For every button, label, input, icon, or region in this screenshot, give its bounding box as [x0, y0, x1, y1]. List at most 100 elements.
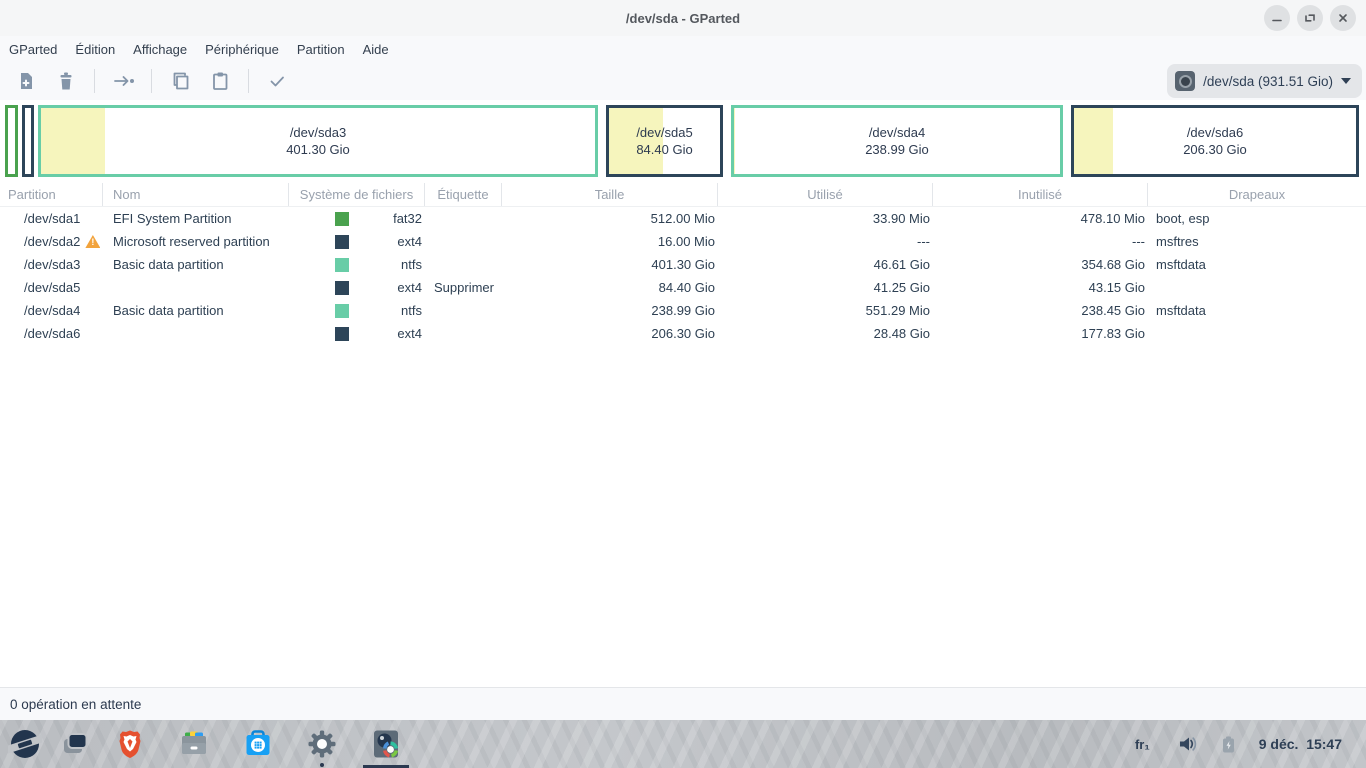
table-row-sda1[interactable]: /dev/sda1EFI System Partitionfat32512.00… — [0, 207, 1366, 230]
table-row-sda6[interactable]: /dev/sda6ext4206.30 Gio28.48 Gio177.83 G… — [0, 322, 1366, 345]
cell-filesystem: ntfs — [289, 303, 425, 318]
close-button[interactable] — [1330, 5, 1356, 31]
table-row-sda5[interactable]: /dev/sda5ext4Supprimer84.40 Gio41.25 Gio… — [0, 276, 1366, 299]
cell-used: 33.90 Mio — [718, 211, 933, 226]
gparted-app-icon — [369, 727, 403, 761]
disk-partition-sda5[interactable]: /dev/sda584.40 Gio — [606, 105, 723, 177]
copy-partition-button[interactable] — [160, 66, 200, 96]
menu-affichage[interactable]: Affichage — [124, 42, 196, 57]
taskbar-tray: fr₁ 9 déc. 15:47 — [1135, 720, 1366, 768]
gparted-taskbar-button[interactable] — [366, 720, 406, 768]
chevron-down-icon — [1341, 78, 1351, 84]
filesystem-type: ntfs — [401, 303, 422, 318]
header-utilise[interactable]: Utilisé — [718, 183, 933, 206]
file-manager-button[interactable] — [174, 720, 214, 768]
minimize-button[interactable] — [1264, 5, 1290, 31]
filesystem-color-swatch — [335, 327, 349, 341]
cell-unused: 238.45 Gio — [933, 303, 1148, 318]
disk-partition-sda1[interactable] — [5, 105, 18, 177]
pending-operations-text: 0 opération en attente — [10, 697, 141, 712]
header-etiquette[interactable]: Étiquette — [425, 183, 502, 206]
cell-size: 512.00 Mio — [502, 211, 718, 226]
gparted-window: /dev/sda - GParted GParted Édition Affic… — [0, 0, 1366, 720]
workspaces-button[interactable] — [55, 720, 95, 768]
toolbar: /dev/sda (931.51 Gio) — [0, 62, 1366, 100]
partition-bar-label: /dev/sda6206.30 Gio — [1074, 108, 1356, 174]
disk-partition-sda6[interactable]: /dev/sda6206.30 Gio — [1071, 105, 1359, 177]
resize-move-button[interactable] — [103, 66, 143, 96]
header-nom[interactable]: Nom — [103, 183, 289, 206]
restore-button[interactable] — [1297, 5, 1323, 31]
delete-partition-button[interactable] — [46, 66, 86, 96]
filesystem-type: ext4 — [397, 234, 422, 249]
hard-drive-icon — [1175, 71, 1195, 91]
device-selector[interactable]: /dev/sda (931.51 Gio) — [1167, 64, 1362, 98]
header-drapeaux[interactable]: Drapeaux — [1148, 183, 1366, 206]
cell-size: 401.30 Gio — [502, 257, 718, 272]
settings-gear-icon — [305, 727, 339, 761]
disk-partition-sda2[interactable] — [22, 105, 34, 177]
settings-button[interactable] — [302, 720, 342, 768]
taskbar-clock[interactable]: 9 déc. 15:47 — [1259, 736, 1342, 752]
brave-browser-icon — [113, 727, 147, 761]
cell-size: 16.00 Mio — [502, 234, 718, 249]
cell-size: 206.30 Gio — [502, 326, 718, 341]
table-row-sda4[interactable]: /dev/sda4Basic data partitionntfs238.99 … — [0, 299, 1366, 322]
menu-gparted[interactable]: GParted — [0, 42, 66, 57]
taskbar-apps — [0, 720, 406, 768]
titlebar: /dev/sda - GParted — [0, 0, 1366, 36]
filesystem-color-swatch — [335, 212, 349, 226]
software-store-icon — [241, 727, 275, 761]
menu-peripherique[interactable]: Périphérique — [196, 42, 288, 57]
header-partition[interactable]: Partition — [0, 183, 103, 206]
brave-browser-button[interactable] — [110, 720, 150, 768]
partition-device: /dev/sda5 — [24, 280, 80, 295]
header-taille[interactable]: Taille — [502, 183, 718, 206]
menu-partition[interactable]: Partition — [288, 42, 354, 57]
apply-checkmark-icon — [265, 69, 289, 93]
table-row-sda2[interactable]: /dev/sda2!Microsoft reserved partitionex… — [0, 230, 1366, 253]
battery-charging-icon[interactable] — [1222, 736, 1235, 753]
disk-partition-sda4[interactable]: /dev/sda4238.99 Gio — [731, 105, 1063, 177]
table-row-sda3[interactable]: /dev/sda3Basic data partitionntfs401.30 … — [0, 253, 1366, 276]
partition-table-header: Partition Nom Système de fichiers Étique… — [0, 183, 1366, 207]
volume-icon[interactable] — [1178, 735, 1198, 753]
partition-device: /dev/sda3 — [24, 257, 80, 272]
new-partition-button[interactable] — [6, 66, 46, 96]
cell-unused: 354.68 Gio — [933, 257, 1148, 272]
cell-used: 551.29 Mio — [718, 303, 933, 318]
software-store-button[interactable] — [238, 720, 278, 768]
zorin-menu-button[interactable] — [5, 720, 45, 768]
cell-flags: msftres — [1148, 234, 1366, 249]
cell-size: 84.40 Gio — [502, 280, 718, 295]
menu-edition[interactable]: Édition — [66, 42, 124, 57]
paste-partition-button[interactable] — [200, 66, 240, 96]
cell-used: --- — [718, 234, 933, 249]
keyboard-layout-indicator[interactable]: fr₁ — [1135, 737, 1150, 752]
cell-filesystem: ext4 — [289, 326, 425, 341]
disk-visual-bar: /dev/sda3401.30 Gio/dev/sda584.40 Gio/de… — [0, 100, 1366, 183]
filesystem-color-swatch — [335, 235, 349, 249]
disk-partition-sda3[interactable]: /dev/sda3401.30 Gio — [38, 105, 598, 177]
toolbar-separator — [94, 69, 95, 93]
open-window-dot — [320, 763, 324, 767]
partition-device: /dev/sda2 — [24, 234, 80, 249]
cell-used: 46.61 Gio — [718, 257, 933, 272]
toolbar-separator — [248, 69, 249, 93]
filesystem-type: ext4 — [397, 280, 422, 295]
filesystem-color-swatch — [335, 304, 349, 318]
header-inutilise[interactable]: Inutilisé — [933, 183, 1148, 206]
cell-partition: /dev/sda6 — [0, 326, 103, 341]
cell-name: Basic data partition — [103, 303, 289, 318]
cell-filesystem: ext4 — [289, 280, 425, 295]
cell-label: Supprimer — [425, 280, 502, 295]
apply-operations-button[interactable] — [257, 66, 297, 96]
cell-name: Basic data partition — [103, 257, 289, 272]
cell-unused: 478.10 Mio — [933, 211, 1148, 226]
partition-device: /dev/sda6 — [24, 326, 80, 341]
menu-aide[interactable]: Aide — [354, 42, 398, 57]
partition-bar-label: /dev/sda3401.30 Gio — [41, 108, 595, 174]
header-systeme[interactable]: Système de fichiers — [289, 183, 425, 206]
window-title: /dev/sda - GParted — [626, 11, 740, 26]
cell-partition: /dev/sda2! — [0, 234, 103, 249]
